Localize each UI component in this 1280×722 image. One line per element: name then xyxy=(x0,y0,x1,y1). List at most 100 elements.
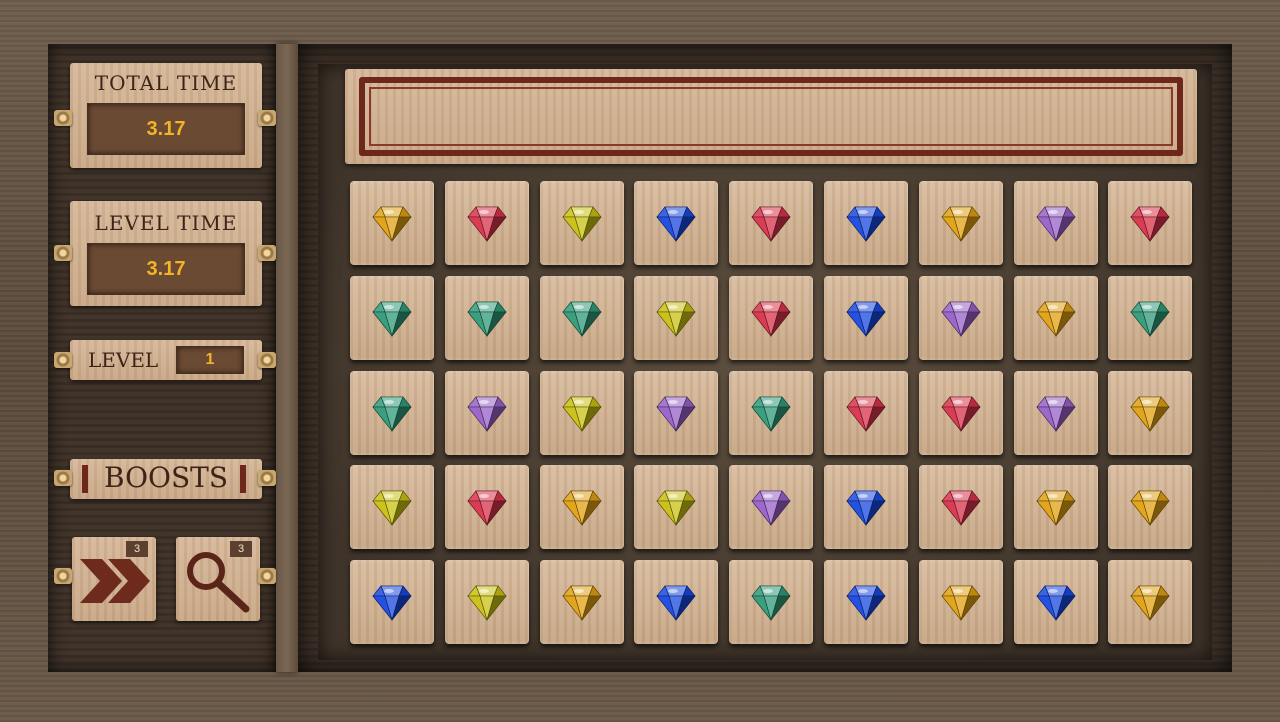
bolt-icon xyxy=(258,245,276,261)
blue-gem-icon xyxy=(1036,585,1076,622)
blue-gem-icon xyxy=(846,585,886,622)
gem-tile[interactable] xyxy=(445,560,529,644)
blue-gem-icon xyxy=(846,301,886,338)
gem-tile[interactable] xyxy=(919,560,1003,644)
hint-boost-button[interactable]: 3 xyxy=(176,537,260,621)
boosts-panel: BOOSTS xyxy=(70,459,262,499)
magnifier-icon xyxy=(187,552,250,613)
orange-gem-icon xyxy=(941,206,981,243)
red-gem-icon xyxy=(467,206,507,243)
blue-gem-icon xyxy=(846,490,886,527)
orange-gem-icon xyxy=(1036,301,1076,338)
gem-tile[interactable] xyxy=(1108,560,1192,644)
skip-boost-button[interactable]: 3 xyxy=(72,537,156,621)
gem-tile[interactable] xyxy=(729,371,813,455)
gem-tile[interactable] xyxy=(540,465,624,549)
purple-gem-icon xyxy=(656,396,696,433)
gem-tile[interactable] xyxy=(1014,371,1098,455)
yellow-gem-icon xyxy=(562,206,602,243)
gem-tile[interactable] xyxy=(1014,276,1098,360)
total-time-label: TOTAL TIME xyxy=(94,71,238,95)
gem-tile[interactable] xyxy=(445,276,529,360)
orange-gem-icon xyxy=(1130,585,1170,622)
orange-gem-icon xyxy=(562,490,602,527)
gem-tile[interactable] xyxy=(1108,276,1192,360)
blue-gem-icon xyxy=(656,585,696,622)
bolt-icon xyxy=(258,568,276,584)
gem-tile[interactable] xyxy=(824,371,908,455)
red-gem-icon xyxy=(1130,206,1170,243)
gem-tile[interactable] xyxy=(350,465,434,549)
yellow-gem-icon xyxy=(656,490,696,527)
gem-tile[interactable] xyxy=(919,465,1003,549)
green-gem-icon xyxy=(1130,301,1170,338)
gem-tile[interactable] xyxy=(729,276,813,360)
gem-tile[interactable] xyxy=(1108,465,1192,549)
gem-tile[interactable] xyxy=(634,465,718,549)
gem-tile[interactable] xyxy=(350,560,434,644)
gem-tile[interactable] xyxy=(350,276,434,360)
gem-tile[interactable] xyxy=(445,371,529,455)
bolt-icon xyxy=(54,568,72,584)
bolt-icon xyxy=(258,470,276,486)
yellow-gem-icon xyxy=(562,396,602,433)
gem-tile[interactable] xyxy=(540,181,624,265)
gem-tile[interactable] xyxy=(729,560,813,644)
purple-gem-icon xyxy=(941,301,981,338)
orange-gem-icon xyxy=(1036,490,1076,527)
gem-tile[interactable] xyxy=(919,276,1003,360)
bolt-icon xyxy=(54,470,72,486)
red-gem-icon xyxy=(846,396,886,433)
gem-tile[interactable] xyxy=(1108,371,1192,455)
red-gem-icon xyxy=(751,206,791,243)
gem-tile[interactable] xyxy=(1014,560,1098,644)
gem-tile[interactable] xyxy=(634,371,718,455)
gem-tile[interactable] xyxy=(540,560,624,644)
gem-tile[interactable] xyxy=(824,560,908,644)
purple-gem-icon xyxy=(751,490,791,527)
red-gem-icon xyxy=(467,490,507,527)
gem-tile[interactable] xyxy=(634,276,718,360)
gem-tile[interactable] xyxy=(540,276,624,360)
purple-gem-icon xyxy=(1036,206,1076,243)
orange-gem-icon xyxy=(1130,396,1170,433)
double-chevron-icon xyxy=(80,559,150,603)
gem-tile[interactable] xyxy=(350,371,434,455)
bolt-icon xyxy=(54,352,72,368)
orange-gem-icon xyxy=(562,585,602,622)
orange-gem-icon xyxy=(941,585,981,622)
gem-tile[interactable] xyxy=(824,465,908,549)
red-gem-icon xyxy=(751,301,791,338)
total-time-panel: TOTAL TIME 3.17 xyxy=(70,63,262,168)
blue-gem-icon xyxy=(656,206,696,243)
gem-tile[interactable] xyxy=(919,181,1003,265)
gem-tile[interactable] xyxy=(634,181,718,265)
gem-tile[interactable] xyxy=(919,371,1003,455)
gem-tile[interactable] xyxy=(350,181,434,265)
blue-gem-icon xyxy=(372,585,412,622)
panel-divider xyxy=(276,44,298,672)
red-gem-icon xyxy=(941,396,981,433)
yellow-gem-icon xyxy=(372,490,412,527)
bolt-icon xyxy=(54,110,72,126)
green-gem-icon xyxy=(751,396,791,433)
gem-tile[interactable] xyxy=(445,465,529,549)
purple-gem-icon xyxy=(467,396,507,433)
gem-tile[interactable] xyxy=(634,560,718,644)
gem-tile[interactable] xyxy=(1014,465,1098,549)
level-time-label: LEVEL TIME xyxy=(94,211,238,235)
gem-tile[interactable] xyxy=(445,181,529,265)
gem-tile[interactable] xyxy=(729,465,813,549)
level-label: LEVEL xyxy=(88,348,159,372)
bolt-icon xyxy=(258,352,276,368)
gem-tile[interactable] xyxy=(1014,181,1098,265)
gem-tile[interactable] xyxy=(1108,181,1192,265)
gem-tile[interactable] xyxy=(540,371,624,455)
level-time-value: 3.17 xyxy=(87,243,245,295)
total-time-value: 3.17 xyxy=(87,103,245,155)
gem-tile[interactable] xyxy=(729,181,813,265)
gem-tile[interactable] xyxy=(824,181,908,265)
message-banner xyxy=(345,69,1197,164)
gem-tile[interactable] xyxy=(824,276,908,360)
red-gem-icon xyxy=(941,490,981,527)
